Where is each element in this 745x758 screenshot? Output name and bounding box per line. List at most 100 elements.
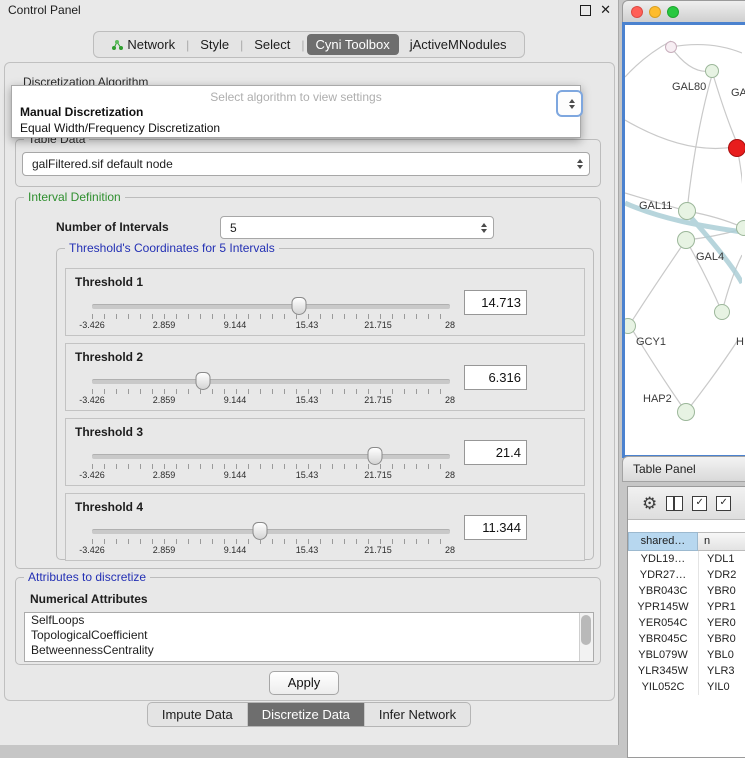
cell: YPR1 [698, 599, 745, 615]
slider-ticks [92, 314, 451, 319]
tick-label: 28 [445, 320, 455, 330]
table-row[interactable]: YIL052CYIL0 [628, 679, 745, 695]
select-checkbox-icon[interactable]: ✓ [716, 496, 731, 511]
slider-thumb[interactable] [253, 522, 268, 540]
slider-thumb[interactable] [291, 297, 306, 315]
tab-cyni-toolbox[interactable]: Cyni Toolbox [307, 34, 399, 55]
select-all-checkbox-icon[interactable]: ✓ [692, 496, 707, 511]
tab-infer-network[interactable]: Infer Network [365, 703, 470, 726]
table-panel-title: Table Panel [633, 462, 696, 476]
table-window: ⚙ ✓ ✓ shared… n YDL19…YDL1 YDR27…YDR2 YB… [627, 486, 745, 758]
columns-icon[interactable] [666, 496, 683, 511]
float-window-icon[interactable] [580, 5, 591, 16]
network-node[interactable] [665, 41, 677, 53]
table-row[interactable]: YER054CYER0 [628, 615, 745, 631]
list-item[interactable]: BetweennessCentrality [25, 643, 593, 658]
slider-ticks [92, 464, 451, 469]
threshold-4-slider[interactable] [92, 529, 450, 534]
tick-label: 9.144 [224, 395, 247, 405]
updown-arrows-icon [577, 159, 583, 169]
network-node[interactable] [678, 202, 696, 220]
network-window-titlebar[interactable] [622, 0, 745, 22]
list-scrollbar[interactable] [579, 613, 593, 661]
close-window-icon[interactable]: ✕ [600, 2, 611, 18]
tab-select[interactable]: Select [245, 34, 299, 55]
table-row[interactable]: YBR043CYBR0 [628, 583, 745, 599]
tick-label: 9.144 [224, 470, 247, 480]
tick-label: 21.715 [364, 470, 392, 480]
dropdown-option-manual-discretization[interactable]: Manual Discretization [12, 104, 580, 120]
slider-thumb[interactable] [367, 447, 382, 465]
network-canvas[interactable]: GAL80 GA GAL11 GAL4 GCY1 HAP2 H [622, 22, 745, 458]
node-label: GAL4 [696, 251, 724, 263]
threshold-label: Threshold 3 [75, 425, 143, 439]
table-row[interactable]: YPR145WYPR1 [628, 599, 745, 615]
threshold-1-slider[interactable] [92, 304, 450, 309]
cell: YER054C [628, 615, 698, 631]
table-row[interactable]: YBR045CYBR0 [628, 631, 745, 647]
cell: YLR3 [698, 663, 745, 679]
threshold-1-value-field[interactable] [464, 290, 527, 315]
cell: YLR345W [628, 663, 698, 679]
threshold-4-value-field[interactable] [464, 515, 527, 540]
table-row[interactable]: YLR345WYLR3 [628, 663, 745, 679]
tick-label: 9.144 [224, 320, 247, 330]
tab-jactivemnodules[interactable]: jActiveMNodules [401, 34, 516, 55]
network-node[interactable] [736, 220, 745, 236]
interval-definition-group-title: Interval Definition [24, 190, 125, 204]
algorithm-combo-stepper[interactable] [556, 90, 583, 117]
cell: YIL052C [628, 679, 698, 695]
dropdown-option-equal-width-frequency[interactable]: Equal Width/Frequency Discretization [12, 120, 580, 136]
tick-label: -3.426 [79, 470, 105, 480]
table-panel-titlebar[interactable]: Table Panel [622, 456, 745, 482]
threshold-2-value-field[interactable] [464, 365, 527, 390]
network-node[interactable] [677, 231, 695, 249]
tab-label: Select [254, 37, 290, 52]
minimize-traffic-light-icon[interactable] [649, 6, 661, 18]
algorithm-dropdown-popup: Select algorithm to view settings Manual… [11, 85, 581, 138]
threshold-label: Threshold 4 [75, 500, 143, 514]
tab-network[interactable]: Network [102, 34, 184, 55]
threshold-3-value-field[interactable] [464, 440, 527, 465]
close-traffic-light-icon[interactable] [631, 6, 643, 18]
table-row[interactable]: YDL19…YDL1 [628, 551, 745, 567]
tick-label: 15.43 [296, 545, 319, 555]
table-header-row: shared… n [628, 532, 745, 551]
numerical-attributes-label: Numerical Attributes [30, 592, 148, 606]
node-label: HAP2 [643, 393, 672, 405]
threshold-3-slider[interactable] [92, 454, 450, 459]
number-of-intervals-combo[interactable]: 5 [220, 216, 494, 239]
slider-ticks [92, 389, 451, 394]
table-row[interactable]: YDR27…YDR2 [628, 567, 745, 583]
table-data-combo[interactable]: galFiltered.sif default node [22, 152, 590, 176]
threshold-2-box: Threshold 2 -3.426 2.859 9.144 15.43 21.… [65, 343, 585, 411]
network-node-selected[interactable] [728, 139, 745, 157]
numerical-attributes-list[interactable]: SelfLoops TopologicalCoefficient Between… [24, 612, 594, 662]
list-item[interactable]: TopologicalCoefficient [25, 628, 593, 643]
network-node[interactable] [677, 403, 695, 421]
cell: YBR0 [698, 631, 745, 647]
column-header-name[interactable]: n [698, 532, 745, 551]
table-row[interactable]: YBL079WYBL0 [628, 647, 745, 663]
number-of-intervals-value: 5 [230, 221, 237, 235]
zoom-traffic-light-icon[interactable] [667, 6, 679, 18]
scrollbar-thumb[interactable] [581, 615, 591, 645]
slider-thumb[interactable] [195, 372, 210, 390]
apply-button[interactable]: Apply [269, 671, 339, 695]
tab-impute-data[interactable]: Impute Data [148, 703, 248, 726]
tab-style[interactable]: Style [191, 34, 238, 55]
list-item[interactable]: SelfLoops [25, 613, 593, 628]
cell: YPR145W [628, 599, 698, 615]
gear-icon[interactable]: ⚙ [642, 495, 657, 512]
node-label: H [736, 336, 744, 348]
tick-label: -3.426 [79, 545, 105, 555]
network-node[interactable] [705, 64, 719, 78]
network-node[interactable] [714, 304, 730, 320]
tab-discretize-data[interactable]: Discretize Data [248, 703, 365, 726]
tab-label: Cyni Toolbox [316, 37, 390, 52]
attributes-group-title: Attributes to discretize [24, 570, 150, 584]
tick-label: 2.859 [153, 470, 176, 480]
cell: YBR045C [628, 631, 698, 647]
column-header-shared-name[interactable]: shared… [628, 532, 698, 551]
threshold-2-slider[interactable] [92, 379, 450, 384]
